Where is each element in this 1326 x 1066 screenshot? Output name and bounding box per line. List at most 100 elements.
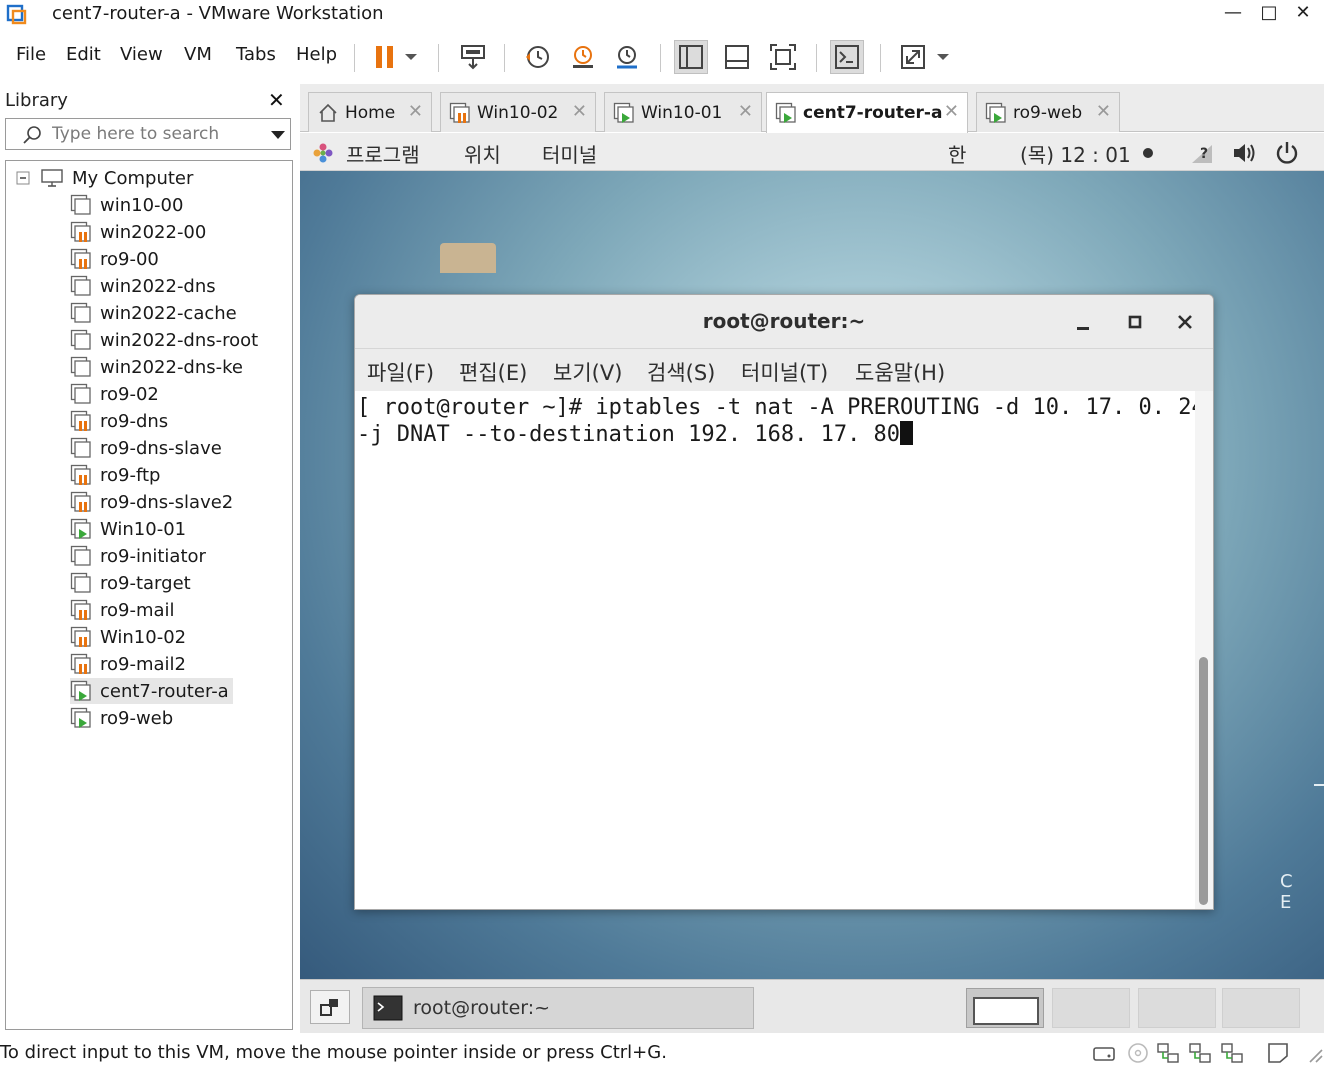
tree-root-my-computer[interactable]: My Computer [16, 165, 193, 191]
tree-item-vm[interactable]: win10-00 [70, 192, 187, 218]
tree-item-vm[interactable]: win2022-00 [70, 219, 210, 245]
tree-item-vm[interactable]: ro9-ftp [70, 462, 164, 488]
clock[interactable]: (목) 12 : 01 [1020, 139, 1131, 168]
tree-item-vm[interactable]: cent7-router-a [70, 678, 233, 704]
terminal-scrollbar[interactable] [1195, 391, 1213, 909]
terminal-maximize-button[interactable] [1121, 309, 1149, 337]
menu-edit[interactable]: Edit [66, 44, 101, 65]
snapshot-icon[interactable] [520, 40, 554, 74]
svg-text:?: ? [1200, 146, 1208, 162]
tree-item-vm[interactable]: win2022-cache [70, 300, 241, 326]
tree-item-vm[interactable]: ro9-web [70, 705, 177, 731]
tab[interactable]: Win10-02 ✕ [440, 92, 596, 132]
workspace-2[interactable] [1052, 988, 1130, 1028]
tab[interactable]: Home ✕ [308, 92, 432, 132]
chevron-down-icon[interactable] [270, 129, 286, 141]
volume-icon[interactable] [1232, 141, 1258, 165]
workspace-4[interactable] [1222, 988, 1300, 1028]
tree-item-vm[interactable]: ro9-dns-slave2 [70, 489, 237, 515]
menu-view[interactable]: View [120, 44, 163, 65]
workspace-3[interactable] [1138, 988, 1216, 1028]
tree-item-vm[interactable]: Win10-02 [70, 624, 190, 650]
terminal-scrollbar-thumb[interactable] [1199, 657, 1208, 905]
tree-item-vm[interactable]: Win10-01 [70, 516, 190, 542]
power-icon[interactable] [1274, 140, 1300, 166]
tab[interactable]: ro9-web ✕ [976, 92, 1120, 132]
tree-item-vm[interactable]: ro9-dns [70, 408, 172, 434]
network-adapter-icon[interactable] [1188, 1042, 1212, 1064]
library-search-input[interactable] [52, 123, 252, 145]
terminal-menu-search[interactable]: 검색(S) [647, 357, 715, 387]
terminal-menu-view[interactable]: 보기(V) [553, 357, 622, 387]
stretch-guest-icon[interactable] [896, 40, 930, 74]
taskbar-terminal-button[interactable]: root@router:~ [362, 987, 754, 1029]
terminal-menu-help[interactable]: 도움말(H) [855, 357, 945, 387]
tree-item-vm[interactable]: win2022-dns-root [70, 327, 262, 353]
tree-item-vm[interactable]: ro9-dns-slave [70, 435, 226, 461]
tree-item-vm[interactable]: ro9-mail [70, 597, 179, 623]
hard-disk-icon[interactable] [1092, 1042, 1116, 1064]
menu-tabs[interactable]: Tabs [236, 44, 276, 65]
tree-item-vm[interactable]: ro9-02 [70, 381, 163, 407]
tree-item-vm[interactable]: ro9-mail2 [70, 651, 190, 677]
revert-snapshot-icon[interactable] [566, 40, 600, 74]
terminal-menu-terminal[interactable]: 터미널(T) [741, 357, 828, 387]
vm-console[interactable]: 프로그램 위치 터미널 한 (목) 12 : 01 ? C E root@rou… [300, 133, 1324, 1033]
full-screen-icon[interactable] [766, 40, 800, 74]
menu-vm[interactable]: VM [184, 44, 212, 65]
input-method-indicator[interactable]: 한 [948, 139, 966, 168]
gnome-bottom-bar: root@router:~ [300, 979, 1324, 1033]
desktop-folder-icon[interactable] [440, 243, 496, 273]
terminal-output[interactable]: [ root@router ~]# iptables -t nat -A PRE… [355, 391, 1213, 909]
places-menu[interactable]: 위치 [464, 139, 501, 168]
thumbnail-bar-icon[interactable] [720, 40, 754, 74]
tab-close-icon[interactable]: ✕ [408, 101, 423, 122]
tab[interactable]: cent7-router-a ✕ [766, 92, 968, 133]
tree-item-vm[interactable]: ro9-target [70, 570, 195, 596]
tab-close-icon[interactable]: ✕ [1096, 101, 1111, 122]
tab[interactable]: Win10-01 ✕ [604, 92, 762, 132]
network-adapter-icon[interactable] [1220, 1042, 1244, 1064]
applications-menu[interactable]: 프로그램 [346, 139, 420, 168]
close-button[interactable]: ✕ [1288, 2, 1318, 26]
minimize-button[interactable]: — [1218, 2, 1248, 26]
pause-icon[interactable] [368, 40, 402, 74]
tree-item-label: win2022-dns-root [100, 329, 259, 351]
maximize-button[interactable]: □ [1254, 2, 1284, 26]
message-log-icon[interactable] [1266, 1042, 1290, 1064]
cd-dvd-icon[interactable] [1126, 1042, 1150, 1064]
tree-item-vm[interactable]: win2022-dns-ke [70, 354, 247, 380]
pause-dropdown-icon[interactable] [400, 40, 422, 74]
collapse-icon[interactable] [16, 171, 30, 185]
tree-item-vm[interactable]: win2022-dns [70, 273, 220, 299]
stretch-dropdown-icon[interactable] [932, 40, 954, 74]
tree-item-vm[interactable]: ro9-initiator [70, 543, 210, 569]
tab-close-icon[interactable]: ✕ [572, 101, 587, 122]
terminal-minimize-button[interactable] [1069, 309, 1097, 337]
tree-item-label: Win10-02 [100, 626, 187, 648]
send-ctrl-alt-del-icon[interactable] [456, 40, 490, 74]
library-close-button[interactable]: ✕ [268, 88, 285, 112]
show-library-icon[interactable] [674, 40, 708, 74]
console-view-icon[interactable] [830, 40, 864, 74]
terminal-window[interactable]: root@router:~ 파일(F) 편집(E) 보기(V) 검색(S) 터미… [354, 294, 1214, 910]
terminal-titlebar[interactable]: root@router:~ [355, 295, 1213, 349]
tab-close-icon[interactable]: ✕ [738, 101, 753, 122]
snapshot-manager-icon[interactable] [610, 40, 644, 74]
vm-off-icon [70, 275, 91, 296]
menu-help[interactable]: Help [296, 44, 337, 65]
terminal-app-menu[interactable]: 터미널 [542, 139, 597, 168]
status-bar: To direct input to this VM, move the mou… [0, 1038, 1326, 1066]
show-desktop-button[interactable] [310, 990, 350, 1024]
guest-desktop[interactable]: C E root@router:~ 파일(F) 편집(E) 보기(V) 검색(S… [300, 171, 1324, 979]
resize-grip-icon[interactable] [1302, 1042, 1326, 1064]
tree-item-vm[interactable]: ro9-00 [70, 246, 163, 272]
workspace-1[interactable] [966, 988, 1044, 1028]
network-unknown-icon[interactable]: ? [1190, 141, 1216, 165]
menu-file[interactable]: File [16, 44, 46, 65]
network-adapter-icon[interactable] [1156, 1042, 1180, 1064]
terminal-close-button[interactable] [1171, 309, 1199, 337]
terminal-menu-edit[interactable]: 편집(E) [459, 357, 527, 387]
terminal-menu-file[interactable]: 파일(F) [367, 357, 434, 387]
tab-close-icon[interactable]: ✕ [944, 101, 959, 122]
